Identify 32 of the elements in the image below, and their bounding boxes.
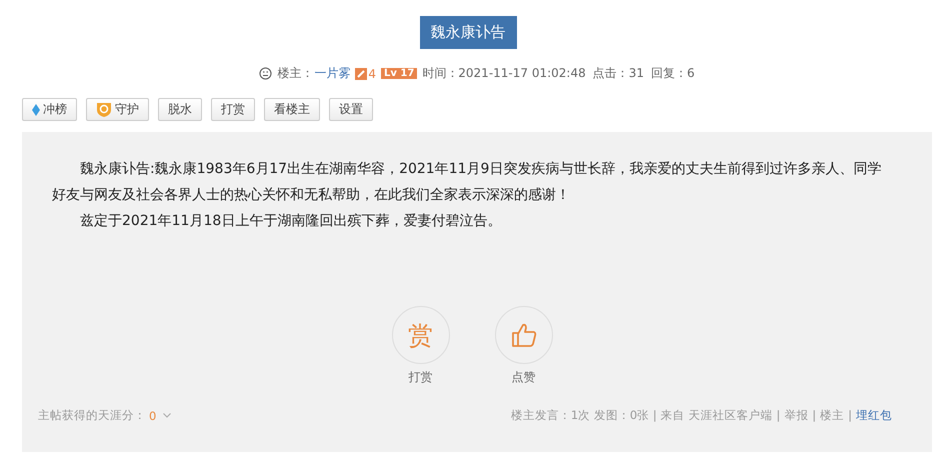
toolbar-button[interactable]: 设置 — [329, 98, 373, 121]
toolbar-button[interactable]: 冲榜 — [22, 98, 77, 121]
footer-text: 来自 天涯社区客户端 — [660, 408, 772, 423]
thumbs-up-icon — [510, 321, 538, 349]
smiley-icon — [259, 67, 272, 80]
author-label: 楼主： — [277, 65, 314, 82]
diamond-icon — [32, 104, 40, 116]
bury-packet-link[interactable]: 埋红包 — [856, 408, 892, 423]
edit-count: 4 — [368, 66, 376, 80]
author-link[interactable]: 一片雾 — [314, 65, 350, 82]
score-label: 主帖获得的天涯分： — [38, 408, 146, 423]
pencil-icon — [355, 68, 368, 80]
action-label: 点赞 — [512, 369, 536, 386]
toolbar-button[interactable]: 打赏 — [211, 98, 255, 121]
toolbar-button[interactable]: 脱水 — [158, 98, 202, 121]
separator: | — [812, 408, 816, 423]
toolbar-button[interactable]: 看楼主 — [264, 98, 320, 121]
post-paragraph: 魏永康讣告:魏永康1983年6月17出生在湖南华容，2021年11月9日突发疾病与世长辞，我亲爱的丈夫生前得到过许多亲人、同学好友与网友及社会各界人士的热心关怀和无私帮助，在此我们全家表示深深的感谢！ — [52, 160, 882, 205]
reply-count: 回复：6 — [651, 65, 695, 82]
footer-text: 楼主发言：1次 发图：0张 | — [510, 408, 657, 423]
toolbar-button[interactable]: 守护 — [86, 98, 149, 121]
post-time: 时间：2021-11-17 01:02:48 — [422, 65, 586, 82]
separator: | — [848, 408, 852, 423]
action-label: 打赏 — [408, 369, 432, 386]
post-paragraph: 兹定于2021年11月18日上午于湖南隆回出殡下葬，爱妻付碧泣告。 — [79, 212, 502, 231]
chevron-down-icon[interactable] — [163, 413, 172, 418]
post-title: 魏永康讣告 — [420, 16, 516, 49]
level-badge: Lv 17 — [380, 68, 418, 79]
separator: | — [776, 408, 780, 423]
shield-icon — [96, 102, 112, 117]
score-value: 0 — [149, 408, 156, 422]
click-count: 点击：31 — [592, 65, 644, 82]
